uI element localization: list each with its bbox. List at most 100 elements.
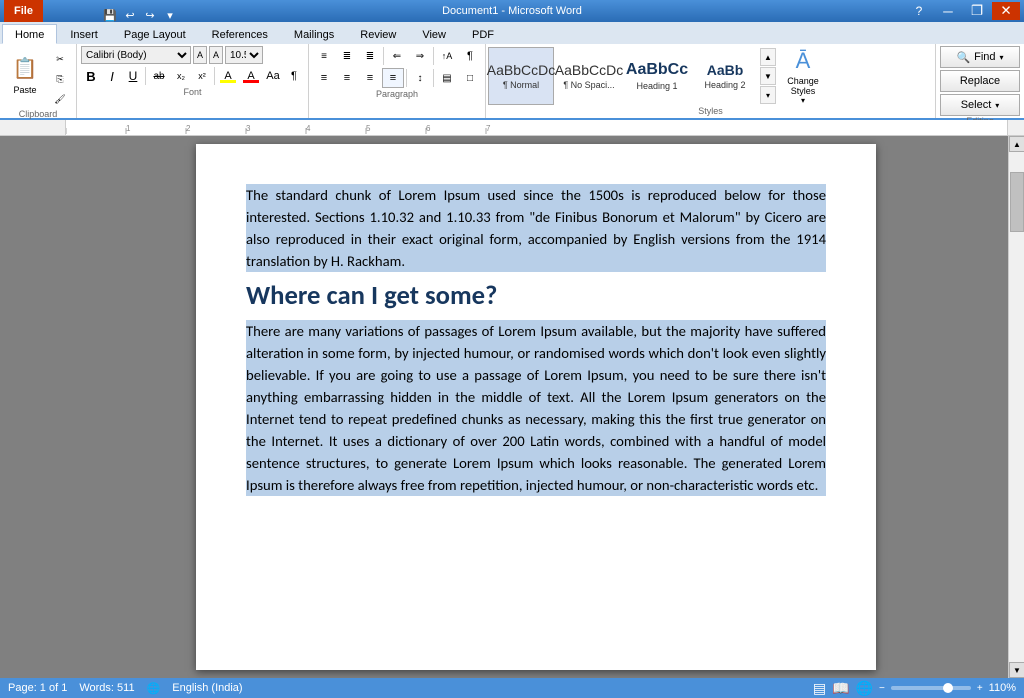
justify-button[interactable]: ≡	[382, 68, 404, 88]
superscript-button[interactable]: x²	[192, 66, 212, 86]
tab-view[interactable]: View	[409, 24, 459, 44]
align-left-button[interactable]: ≡	[313, 68, 335, 88]
style-nospace[interactable]: AaBbCcDc ¶ No Spaci...	[556, 47, 622, 105]
para-2[interactable]: There are many variations of passages of…	[246, 320, 826, 496]
para-top-row: ≡ ≣ ≣ ⇐ ⇒ ↑A ¶	[313, 46, 481, 66]
para-1-text: The standard chunk of Lorem Ipsum used s…	[246, 186, 826, 270]
change-styles-button[interactable]: Ā Change Styles ▾	[778, 46, 828, 106]
font-size-selector[interactable]: 10.5	[225, 46, 263, 64]
zoom-minus-button[interactable]: −	[879, 683, 885, 694]
styles-scroll-down[interactable]: ▼	[760, 67, 776, 85]
styles-group: AaBbCcDc ¶ Normal AaBbCcDc ¶ No Spaci...…	[486, 44, 936, 118]
file-tab-button[interactable]: File	[4, 0, 43, 22]
style-normal[interactable]: AaBbCcDc ¶ Normal	[488, 47, 554, 105]
status-right: ▤ 📖 🌐 − + 110%	[813, 680, 1016, 697]
view-reading-button[interactable]: 📖	[832, 680, 849, 697]
font-color-button[interactable]: A	[240, 66, 262, 86]
view-layout-button[interactable]: ▤	[813, 680, 826, 697]
clear-format-button[interactable]: ¶	[284, 66, 304, 86]
para-sep1	[383, 47, 384, 65]
minimize-button[interactable]: ─	[934, 2, 962, 20]
style-normal-preview: AaBbCcDc	[487, 62, 555, 78]
view-web-button[interactable]: 🌐	[856, 680, 873, 697]
tab-references[interactable]: References	[199, 24, 281, 44]
underline-button[interactable]: U	[123, 66, 143, 86]
styles-scroll-more[interactable]: ▾	[760, 86, 776, 104]
change-styles-label: Change	[787, 76, 819, 86]
center-button[interactable]: ≡	[336, 68, 358, 88]
style-heading2[interactable]: AaBb Heading 2	[692, 47, 758, 105]
find-button[interactable]: 🔍 Find ▾	[940, 46, 1020, 68]
tab-pdf[interactable]: PDF	[459, 24, 507, 44]
help-button[interactable]: ?	[905, 2, 933, 20]
font-sep1	[145, 67, 146, 85]
heading-1[interactable]: Where can I get some?	[246, 280, 826, 312]
quick-access-toolbar: 💾 ↩ ↪ ▾	[101, 7, 179, 23]
line-spacing-button[interactable]: ↕	[409, 68, 431, 88]
style-heading1[interactable]: AaBbCc Heading 1	[624, 47, 690, 105]
cut-button[interactable]: ✂	[48, 50, 72, 68]
qat-redo-button[interactable]: ↪	[141, 7, 159, 23]
select-button[interactable]: Select ▾	[940, 94, 1020, 116]
ribbon: 📋 Paste ✂ ⎘ 🖌 Clipboard Calibri (Body) A…	[0, 44, 1024, 120]
replace-button[interactable]: Replace	[940, 70, 1020, 92]
paste-button[interactable]: 📋 Paste	[4, 46, 46, 100]
sort-button[interactable]: ↑A	[436, 46, 458, 66]
paste-label: Paste	[13, 85, 36, 95]
decrease-indent-button[interactable]: ⇐	[386, 46, 408, 66]
editing-btns: 🔍 Find ▾ Replace Select ▾	[940, 46, 1020, 116]
bold-button[interactable]: B	[81, 66, 101, 86]
show-hide-button[interactable]: ¶	[459, 46, 481, 66]
tab-insert[interactable]: Insert	[57, 24, 111, 44]
increase-indent-button[interactable]: ⇒	[409, 46, 431, 66]
clipboard-label: Clipboard	[19, 109, 58, 119]
doc-scroll-area[interactable]: The standard chunk of Lorem Ipsum used s…	[64, 136, 1008, 678]
borders-button[interactable]: □	[459, 68, 481, 88]
font-shrink-button[interactable]: A	[209, 46, 223, 64]
scroll-thumb[interactable]	[1010, 172, 1024, 232]
font-name-selector[interactable]: Calibri (Body)	[81, 46, 191, 64]
tab-page-layout[interactable]: Page Layout	[111, 24, 199, 44]
paragraph-label: Paragraph	[313, 89, 481, 99]
restore-button[interactable]: ❐	[963, 2, 991, 20]
align-right-button[interactable]: ≡	[359, 68, 381, 88]
numbering-button[interactable]: ≣	[336, 46, 358, 66]
left-margin	[0, 136, 64, 678]
copy-button[interactable]: ⎘	[48, 70, 72, 88]
close-button[interactable]: ✕	[992, 2, 1020, 20]
multilevel-button[interactable]: ≣	[359, 46, 381, 66]
zoom-plus-button[interactable]: +	[977, 683, 983, 694]
para-1[interactable]: The standard chunk of Lorem Ipsum used s…	[246, 184, 826, 272]
scrollbar-vertical[interactable]: ▲ ▼	[1008, 136, 1024, 678]
tab-review[interactable]: Review	[347, 24, 409, 44]
paragraph-group: ≡ ≣ ≣ ⇐ ⇒ ↑A ¶ ≡ ≡ ≡ ≡ ↕ ▤ □ Paragraph	[309, 44, 486, 118]
bullets-button[interactable]: ≡	[313, 46, 335, 66]
scroll-down-button[interactable]: ▼	[1009, 662, 1024, 678]
zoom-slider[interactable]	[891, 686, 971, 690]
style-nospace-label: ¶ No Spaci...	[563, 80, 614, 90]
find-arrow: ▾	[1000, 53, 1004, 62]
shading-button[interactable]: ▤	[436, 68, 458, 88]
qat-customize-button[interactable]: ▾	[161, 7, 179, 23]
tab-home[interactable]: Home	[2, 24, 57, 44]
change-case-button[interactable]: Aa	[263, 66, 283, 86]
strikethrough-button[interactable]: ab	[148, 66, 170, 86]
font-bottom-row: B I U ab x₂ x² A A Aa ¶	[81, 66, 304, 86]
para-bottom-row: ≡ ≡ ≡ ≡ ↕ ▤ □	[313, 68, 481, 88]
format-painter-button[interactable]: 🖌	[48, 90, 72, 108]
styles-scroll-up[interactable]: ▲	[760, 48, 776, 66]
scroll-up-button[interactable]: ▲	[1009, 136, 1024, 152]
para-sep3	[406, 69, 407, 87]
find-label: Find	[974, 51, 995, 63]
font-grow-button[interactable]: A	[193, 46, 207, 64]
font-top-row: Calibri (Body) A A 10.5	[81, 46, 304, 64]
qat-save-button[interactable]: 💾	[101, 7, 119, 23]
svg-text:3: 3	[246, 124, 251, 133]
text-highlight-button[interactable]: A	[217, 66, 239, 86]
subscript-button[interactable]: x₂	[171, 66, 191, 86]
status-bar: Page: 1 of 1 Words: 511 🌐 English (India…	[0, 678, 1024, 698]
qat-undo-button[interactable]: ↩	[121, 7, 139, 23]
italic-button[interactable]: I	[102, 66, 122, 86]
para-2-text: There are many variations of passages of…	[246, 322, 826, 494]
tab-mailings[interactable]: Mailings	[281, 24, 347, 44]
